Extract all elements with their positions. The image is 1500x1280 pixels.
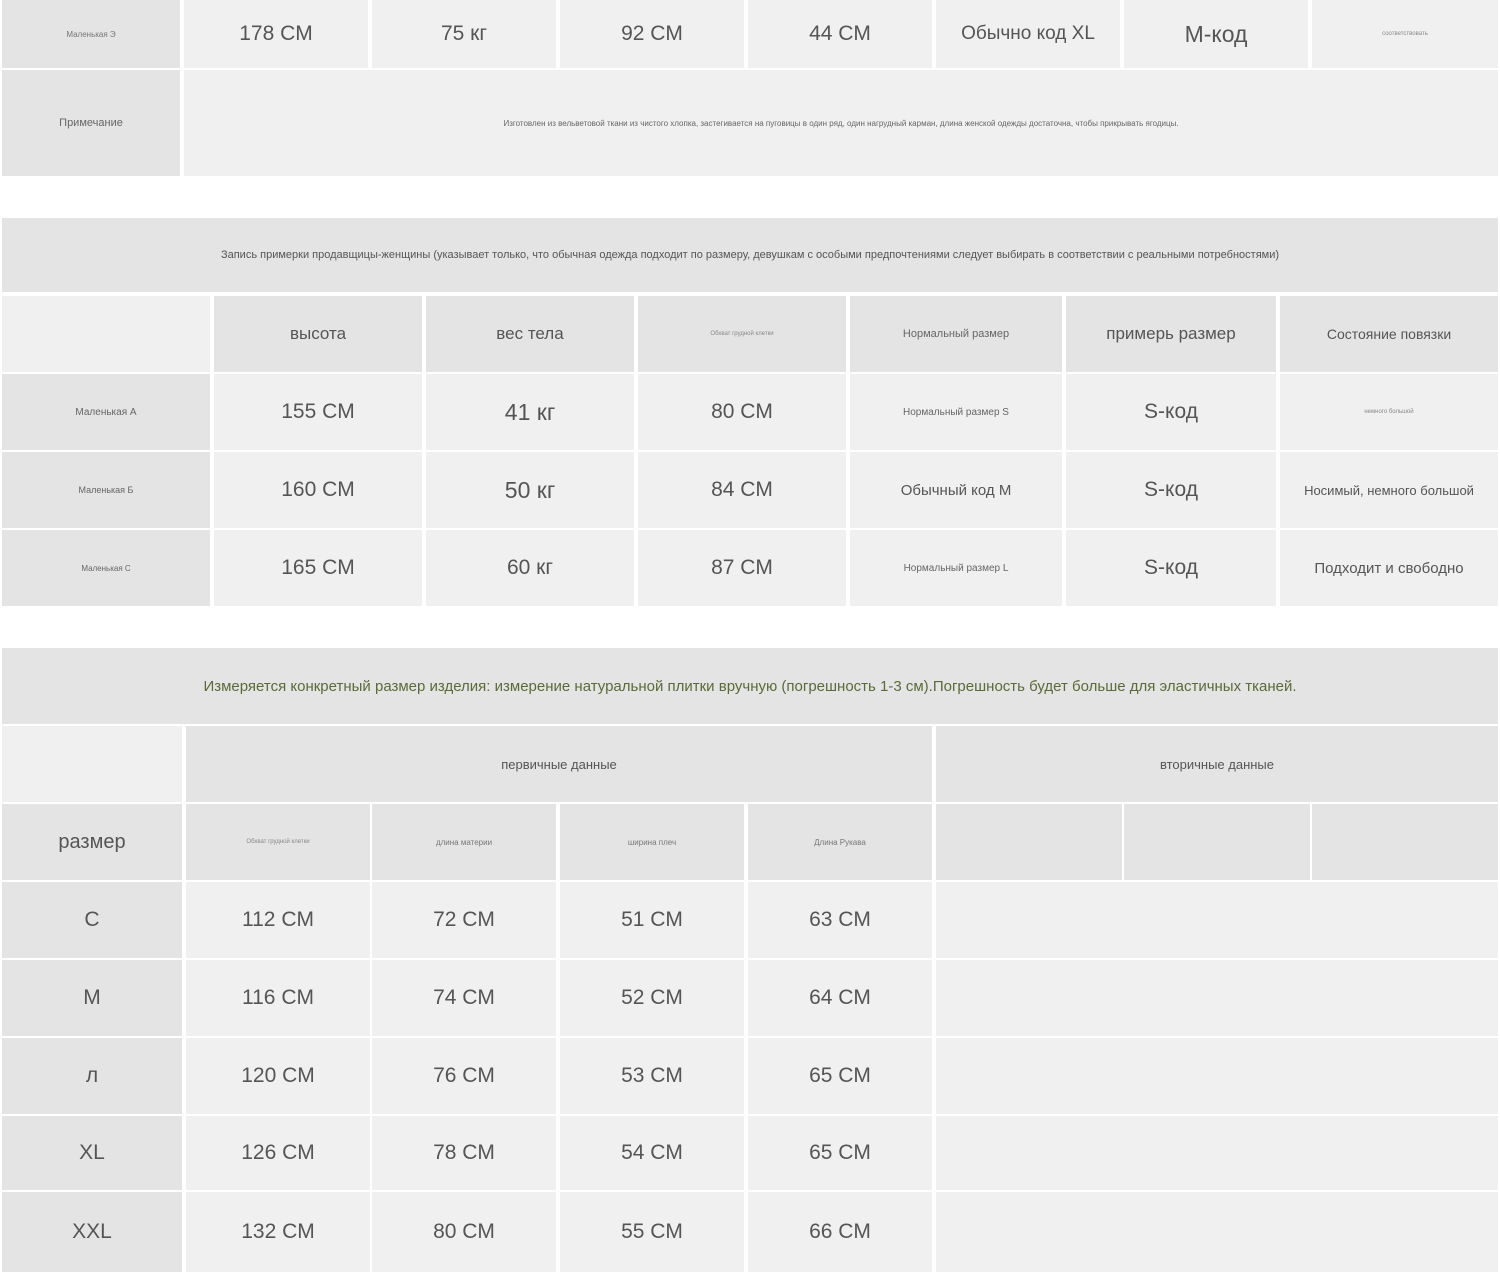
secondary-empty <box>936 882 1498 958</box>
fitting-cell: 50 кг <box>426 452 634 528</box>
size-cell: XXL <box>2 1192 182 1272</box>
measure-cell: 72 CM <box>372 882 556 958</box>
normal-size-value: Обычно код XL <box>936 0 1120 68</box>
fit-value: соответствовать <box>1312 0 1498 68</box>
measure-banner: Измеряется конкретный размер изделия: из… <box>2 648 1498 724</box>
row-label: Маленькая Э <box>2 0 180 68</box>
measure-cell: 80 CM <box>372 1192 556 1272</box>
measure-cell: 120 CM <box>186 1038 370 1114</box>
fitting-cell: 160 CM <box>214 452 422 528</box>
measure-cell: 55 CM <box>560 1192 744 1272</box>
fitting-cell: Нормальный размер S <box>850 374 1062 450</box>
measure-cell: 63 CM <box>748 882 932 958</box>
height-value: 178 CM <box>184 0 368 68</box>
size-cell: M <box>2 960 182 1036</box>
fitting-row-label: Маленькая А <box>2 374 210 450</box>
bust-value: 92 CM <box>560 0 744 68</box>
header-fit-state: Состояние повязки <box>1280 296 1498 372</box>
fitting-row-label: Маленькая С <box>2 530 210 606</box>
note-label: Примечание <box>2 70 180 176</box>
secondary-empty <box>936 960 1498 1036</box>
measure-cell: 116 CM <box>186 960 370 1036</box>
empty-corner <box>2 726 182 802</box>
fitting-cell: 155 CM <box>214 374 422 450</box>
size-cell: л <box>2 1038 182 1114</box>
fitting-cell: 165 CM <box>214 530 422 606</box>
fitting-cell: 80 CM <box>638 374 846 450</box>
measure-cell: 51 CM <box>560 882 744 958</box>
header-try-size: примерь размер <box>1066 296 1276 372</box>
measure-cell: 65 CM <box>748 1116 932 1190</box>
secondary-header-empty <box>936 804 1122 880</box>
measure-cell: 74 CM <box>372 960 556 1036</box>
header-weight: вес тела <box>426 296 634 372</box>
fitting-cell: 84 CM <box>638 452 846 528</box>
size-cell: XL <box>2 1116 182 1190</box>
note-text: Изготовлен из вельветовой ткани из чисто… <box>184 70 1498 176</box>
fitting-row-label: Маленькая Б <box>2 452 210 528</box>
measure-cell: 65 CM <box>748 1038 932 1114</box>
weight-value: 75 кг <box>372 0 556 68</box>
size-label: размер <box>2 804 182 880</box>
fitting-cell: Подходит и свободно <box>1280 530 1498 606</box>
measure-cell: 112 CM <box>186 882 370 958</box>
secondary-empty <box>936 1116 1498 1190</box>
measure-cell: 78 CM <box>372 1116 556 1190</box>
measure-cell: 64 CM <box>748 960 932 1036</box>
fitting-cell: 87 CM <box>638 530 846 606</box>
measure-cell: 66 CM <box>748 1192 932 1272</box>
empty-corner <box>2 296 210 372</box>
size-cell: С <box>2 882 182 958</box>
sub-header-length: длина материи <box>372 804 556 880</box>
fitting-cell: Обычный код M <box>850 452 1062 528</box>
fitting-cell: S-код <box>1066 530 1276 606</box>
sub-header-bust: Обхват грудной клетки <box>186 804 370 880</box>
shoulder-value: 44 CM <box>748 0 932 68</box>
fitting-cell: немного большой <box>1280 374 1498 450</box>
measure-cell: 54 CM <box>560 1116 744 1190</box>
secondary-empty <box>936 1192 1498 1272</box>
group-secondary: вторичные данные <box>936 726 1498 802</box>
secondary-empty <box>936 1038 1498 1114</box>
measure-cell: 126 CM <box>186 1116 370 1190</box>
measure-cell: 132 CM <box>186 1192 370 1272</box>
fitting-banner: Запись примерки продавщицы-женщины (указ… <box>2 218 1498 292</box>
group-primary: первичные данные <box>186 726 932 802</box>
fitting-cell: 41 кг <box>426 374 634 450</box>
fitting-cell: Носимый, немного большой <box>1280 452 1498 528</box>
secondary-header-empty <box>1124 804 1310 880</box>
fitting-cell: S-код <box>1066 452 1276 528</box>
header-normal-size: Нормальный размер <box>850 296 1062 372</box>
fitting-cell: S-код <box>1066 374 1276 450</box>
fitting-cell: 60 кг <box>426 530 634 606</box>
measure-cell: 53 CM <box>560 1038 744 1114</box>
secondary-header-empty <box>1312 804 1498 880</box>
sub-header-shoulder: ширина плеч <box>560 804 744 880</box>
header-bust: Обхват грудной клетки <box>638 296 846 372</box>
measure-cell: 76 CM <box>372 1038 556 1114</box>
try-size-value: M-код <box>1124 0 1308 68</box>
fitting-cell: Нормальный размер L <box>850 530 1062 606</box>
sub-header-sleeve: Длина Рукава <box>748 804 932 880</box>
header-height: высота <box>214 296 422 372</box>
measure-cell: 52 CM <box>560 960 744 1036</box>
